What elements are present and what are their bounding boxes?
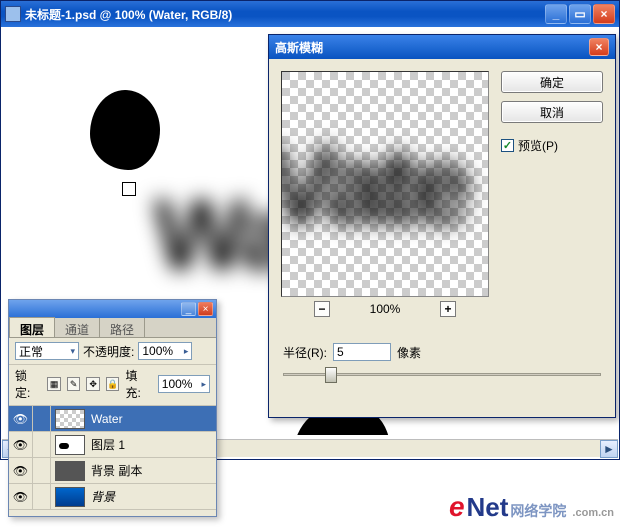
visibility-eye-icon[interactable]: 👁 bbox=[9, 458, 33, 483]
watermark: e Net 网络学院 .com.cn bbox=[449, 491, 614, 523]
gaussian-blur-dialog: 高斯模糊 × Vate − 100% + 确定 取消 ✓ 预览(P) 半径(R)… bbox=[268, 34, 616, 418]
lock-paint-icon[interactable]: ✎ bbox=[67, 377, 81, 391]
blob-shape-1 bbox=[90, 90, 160, 170]
layer-thumbnail[interactable] bbox=[55, 435, 85, 455]
lock-move-icon[interactable]: ✥ bbox=[86, 377, 100, 391]
maximize-button[interactable]: ▭ bbox=[569, 4, 591, 24]
link-column[interactable] bbox=[33, 406, 51, 431]
fill-value: 100% bbox=[162, 377, 193, 391]
tab-channels[interactable]: 通道 bbox=[55, 318, 100, 337]
preview-checkbox-label: 预览(P) bbox=[518, 137, 558, 154]
opacity-input[interactable]: 100% ▸ bbox=[138, 342, 192, 360]
zoom-percent: 100% bbox=[360, 302, 410, 316]
panel-close-button[interactable]: × bbox=[198, 302, 213, 316]
radius-label: 半径(R): bbox=[283, 344, 327, 361]
chevron-right-icon: ▸ bbox=[201, 379, 206, 390]
layer-row[interactable]: 👁 背景 副本 bbox=[9, 458, 216, 484]
layer-thumbnail[interactable] bbox=[55, 461, 85, 481]
preview-checkbox[interactable]: ✓ bbox=[501, 139, 514, 152]
panel-tabs: 图层 通道 路径 bbox=[9, 318, 216, 338]
zoom-out-button[interactable]: − bbox=[314, 301, 330, 317]
zoom-in-button[interactable]: + bbox=[440, 301, 456, 317]
preview-area[interactable]: Vate bbox=[281, 71, 489, 297]
layer-row[interactable]: 👁 Water bbox=[9, 406, 216, 432]
link-column[interactable] bbox=[33, 458, 51, 483]
link-column[interactable] bbox=[33, 484, 51, 509]
selection-handle[interactable] bbox=[122, 182, 136, 196]
layers-panel: _ × 图层 通道 路径 正常 ▾ 不透明度: 100% ▸ 锁定: ▦ ✎ ✥… bbox=[8, 299, 217, 517]
visibility-eye-icon[interactable]: 👁 bbox=[9, 432, 33, 457]
layer-row[interactable]: 👁 图层 1 bbox=[9, 432, 216, 458]
minimize-button[interactable]: _ bbox=[545, 4, 567, 24]
radius-slider[interactable] bbox=[283, 365, 601, 385]
blend-mode-value: 正常 bbox=[19, 343, 43, 360]
opacity-label: 不透明度: bbox=[83, 343, 134, 360]
layer-name: 图层 1 bbox=[89, 436, 216, 453]
radius-input[interactable] bbox=[333, 343, 391, 361]
link-column[interactable] bbox=[33, 432, 51, 457]
app-icon bbox=[5, 6, 21, 22]
layer-thumbnail[interactable] bbox=[55, 409, 85, 429]
dialog-titlebar[interactable]: 高斯模糊 × bbox=[269, 35, 615, 59]
ok-button[interactable]: 确定 bbox=[501, 71, 603, 93]
visibility-eye-icon[interactable]: 👁 bbox=[9, 406, 33, 431]
tab-layers[interactable]: 图层 bbox=[9, 317, 55, 337]
dialog-title: 高斯模糊 bbox=[275, 39, 589, 56]
opacity-value: 100% bbox=[142, 344, 173, 358]
main-titlebar[interactable]: 未标题-1.psd @ 100% (Water, RGB/8) _ ▭ × bbox=[1, 1, 619, 27]
layer-name: 背景 副本 bbox=[89, 462, 216, 479]
layer-name: 背景 bbox=[89, 488, 216, 505]
panel-minimize-button[interactable]: _ bbox=[181, 302, 196, 316]
chevron-right-icon: ▸ bbox=[184, 346, 189, 357]
lock-transparency-icon[interactable]: ▦ bbox=[47, 377, 61, 391]
slider-thumb[interactable] bbox=[325, 367, 337, 383]
cancel-button[interactable]: 取消 bbox=[501, 101, 603, 123]
blend-mode-select[interactable]: 正常 ▾ bbox=[15, 342, 79, 360]
tab-paths[interactable]: 路径 bbox=[100, 318, 145, 337]
preview-text: Vate bbox=[281, 122, 466, 249]
scroll-right-button[interactable]: ► bbox=[600, 440, 618, 458]
layer-name: Water bbox=[89, 412, 216, 426]
chevron-down-icon: ▾ bbox=[70, 346, 75, 357]
layers-list: 👁 Water 👁 图层 1 👁 背景 副本 👁 背景 bbox=[9, 406, 216, 510]
panel-titlebar[interactable]: _ × bbox=[9, 300, 216, 318]
visibility-eye-icon[interactable]: 👁 bbox=[9, 484, 33, 509]
fill-label: 填充: bbox=[125, 367, 151, 401]
layer-row[interactable]: 👁 背景 bbox=[9, 484, 216, 510]
radius-unit: 像素 bbox=[397, 344, 421, 361]
window-title: 未标题-1.psd @ 100% (Water, RGB/8) bbox=[25, 6, 545, 23]
layer-thumbnail[interactable] bbox=[55, 487, 85, 507]
lock-all-icon[interactable]: 🔒 bbox=[106, 377, 120, 391]
lock-label: 锁定: bbox=[15, 367, 41, 401]
dialog-close-button[interactable]: × bbox=[589, 38, 609, 56]
fill-input[interactable]: 100% ▸ bbox=[158, 375, 210, 393]
close-button[interactable]: × bbox=[593, 4, 615, 24]
